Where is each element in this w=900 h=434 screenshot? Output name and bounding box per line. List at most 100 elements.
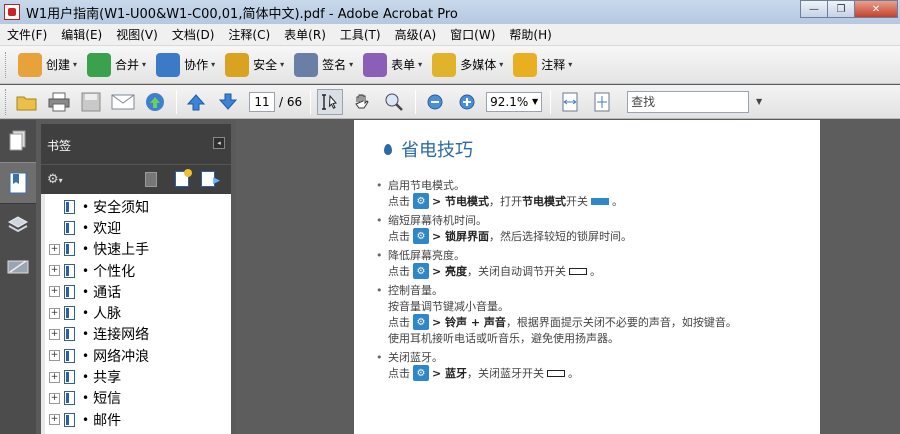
document-viewport[interactable]: 省电技巧 • 启用节电模式。 点击 ⚙ > 节电模式 ，打开 节电模式 开关。 • 缩短屏幕待… bbox=[236, 120, 900, 434]
marquee-zoom-icon[interactable] bbox=[381, 89, 407, 115]
chevron-down-icon[interactable]: ▼ bbox=[756, 92, 762, 112]
pages-icon bbox=[9, 130, 26, 151]
bookmarks-panel-title: 书签 bbox=[47, 139, 72, 153]
task-comment[interactable]: 注释 ▾ bbox=[513, 52, 572, 77]
settings-icon: ⚙ bbox=[413, 263, 429, 279]
droplet-icon bbox=[384, 143, 392, 155]
bookmark-label: 网络冲浪 bbox=[93, 348, 150, 365]
task-secure[interactable]: 安全 ▾ bbox=[225, 52, 284, 77]
menu-view[interactable]: 视图(V) bbox=[109, 26, 165, 43]
tips-list: • 启用节电模式。 点击 ⚙ > 节电模式 ，打开 节电模式 开关。 • 缩短屏幕待机时间。 … bbox=[376, 177, 737, 381]
task-combine[interactable]: 合并 ▾ bbox=[87, 52, 146, 77]
open-folder-icon[interactable] bbox=[14, 89, 40, 115]
bookmark-item[interactable]: + • 短信 bbox=[45, 388, 227, 409]
task-multimedia[interactable]: 多媒体 ▾ bbox=[432, 52, 503, 77]
settings-icon: ⚙ bbox=[413, 365, 429, 381]
menu-file[interactable]: 文件(F) bbox=[0, 26, 54, 43]
menu-document[interactable]: 文档(D) bbox=[165, 26, 222, 43]
page-thumbnails-button[interactable] bbox=[0, 120, 36, 162]
menu-forms[interactable]: 表单(R) bbox=[277, 26, 333, 43]
signatures-button[interactable] bbox=[0, 246, 36, 288]
toolbar-separator bbox=[550, 89, 552, 114]
fit-page-icon[interactable] bbox=[589, 89, 615, 115]
options-gear-icon[interactable]: ⚙▾ bbox=[47, 172, 63, 187]
combine-icon bbox=[87, 52, 112, 77]
menu-advanced[interactable]: 高级(A) bbox=[388, 26, 444, 43]
bookmark-item[interactable]: + • 人脉 bbox=[45, 302, 227, 323]
bookmark-page-icon bbox=[64, 327, 75, 342]
task-forms[interactable]: 表单 ▾ bbox=[363, 52, 422, 77]
menu-tools[interactable]: 工具(T) bbox=[333, 26, 388, 43]
tip-title: • 启用节电模式。 bbox=[376, 178, 465, 193]
bookmark-page-icon bbox=[64, 199, 75, 214]
bookmark-page-icon bbox=[64, 220, 75, 235]
menu-help[interactable]: 帮助(H) bbox=[502, 26, 558, 43]
pdf-page: 省电技巧 • 启用节电模式。 点击 ⚙ > 节电模式 ，打开 节电模式 开关。 • 缩短屏幕待… bbox=[354, 120, 820, 434]
menu-comments[interactable]: 注释(C) bbox=[221, 26, 277, 43]
zoom-in-icon[interactable] bbox=[454, 89, 480, 115]
toolbar-grip[interactable] bbox=[5, 51, 8, 78]
bookmark-item[interactable]: • 安全须知 bbox=[45, 196, 227, 217]
task-collaborate[interactable]: 协作 ▾ bbox=[156, 52, 215, 77]
bookmark-item[interactable]: + • 共享 bbox=[45, 366, 227, 387]
tip-title: • 降低屏幕亮度。 bbox=[376, 248, 465, 263]
menu-edit[interactable]: 编辑(E) bbox=[54, 26, 109, 43]
close-button[interactable]: ✕ bbox=[854, 0, 898, 18]
expand-plus-icon[interactable]: + bbox=[49, 392, 60, 404]
expand-bookmark-icon[interactable]: ▶ bbox=[201, 171, 220, 187]
tip-instruction: 点击 ⚙ > 锁屏界面 ，然后选择较短的锁屏时间。 bbox=[388, 228, 633, 244]
bookmark-item[interactable]: + • 邮件 bbox=[45, 409, 227, 430]
upload-icon[interactable] bbox=[142, 89, 168, 115]
bookmark-page-icon bbox=[64, 412, 75, 427]
find-input[interactable]: 查找 ▼ bbox=[627, 90, 762, 113]
restore-button[interactable]: ❐ bbox=[827, 0, 855, 18]
next-page-icon[interactable] bbox=[215, 89, 241, 115]
minimize-button[interactable]: — bbox=[800, 0, 828, 18]
select-text-cursor-icon[interactable] bbox=[317, 88, 344, 115]
expand-plus-icon[interactable]: + bbox=[49, 350, 60, 362]
window-title: W1用户指南(W1-U00&W1-C00,01,简体中文).pdf - Adob… bbox=[26, 6, 458, 22]
toolbar-grip[interactable] bbox=[5, 88, 8, 115]
bookmark-item[interactable]: + • 个性化 bbox=[45, 260, 227, 281]
bookmark-tree: • 安全须知 • 欢迎 + • 快速上手 + • 个性化 + • 通话 + • 人脉 + • 连接网络 … bbox=[45, 196, 227, 430]
bookmarks-panel-header: 书签 ◂ bbox=[41, 124, 231, 164]
email-icon[interactable] bbox=[110, 89, 136, 115]
prev-page-icon[interactable] bbox=[183, 89, 209, 115]
task-create[interactable]: 创建 ▾ bbox=[18, 52, 77, 77]
bookmark-page-icon bbox=[64, 242, 75, 257]
bookmark-item[interactable]: + • 网络冲浪 bbox=[45, 345, 227, 366]
hand-tool-icon[interactable] bbox=[349, 89, 375, 115]
print-icon[interactable] bbox=[46, 89, 72, 115]
save-icon[interactable] bbox=[78, 89, 104, 115]
bookmark-item[interactable]: + • 连接网络 bbox=[45, 324, 227, 345]
delete-bookmark-icon[interactable] bbox=[145, 172, 157, 187]
title-bar: W1用户指南(W1-U00&W1-C00,01,简体中文).pdf - Adob… bbox=[0, 0, 900, 24]
menu-window[interactable]: 窗口(W) bbox=[443, 26, 502, 43]
task-toolbar: 创建 ▾ 合并 ▾ 协作 ▾ 安全 ▾ 签名 ▾ 表单 ▾ 多媒体 ▾ 注释 ▾ bbox=[0, 46, 900, 84]
expand-plus-icon[interactable]: + bbox=[49, 328, 60, 340]
zoom-level-select[interactable]: 92.1% ▼ bbox=[486, 91, 543, 112]
new-bookmark-icon[interactable] bbox=[175, 169, 192, 187]
expand-plus-icon[interactable]: + bbox=[49, 414, 60, 426]
task-sign[interactable]: 签名 ▾ bbox=[294, 52, 353, 77]
bookmark-item[interactable]: • 欢迎 bbox=[45, 217, 227, 238]
expand-plus-icon[interactable]: + bbox=[49, 371, 60, 383]
zoom-out-icon[interactable] bbox=[422, 89, 448, 115]
page-number-input[interactable]: 11 bbox=[249, 91, 275, 112]
fit-width-icon[interactable] bbox=[557, 89, 583, 115]
expand-plus-icon[interactable]: + bbox=[49, 243, 60, 255]
bookmark-label: 通话 bbox=[93, 284, 122, 301]
layers-button[interactable] bbox=[0, 204, 36, 246]
bookmark-page-icon bbox=[64, 348, 75, 363]
navigation-pane-bar bbox=[0, 120, 36, 434]
settings-icon: ⚙ bbox=[413, 314, 429, 330]
expand-plus-icon[interactable]: + bbox=[49, 265, 60, 277]
bookmarks-panel: 书签 ◂ ⚙▾ ▶ • 安全须知 • 欢迎 + • 快速上手 + • 个性化 + • 通话 + •… bbox=[41, 124, 231, 434]
expand-plus-icon[interactable]: + bbox=[49, 307, 60, 319]
pdf-app-icon bbox=[4, 4, 20, 20]
bookmark-item[interactable]: + • 快速上手 bbox=[45, 239, 227, 260]
collapse-panel-button[interactable]: ◂ bbox=[213, 137, 225, 149]
bookmarks-button[interactable] bbox=[0, 162, 36, 204]
bookmark-item[interactable]: + • 通话 bbox=[45, 281, 227, 302]
expand-plus-icon[interactable]: + bbox=[49, 286, 60, 298]
